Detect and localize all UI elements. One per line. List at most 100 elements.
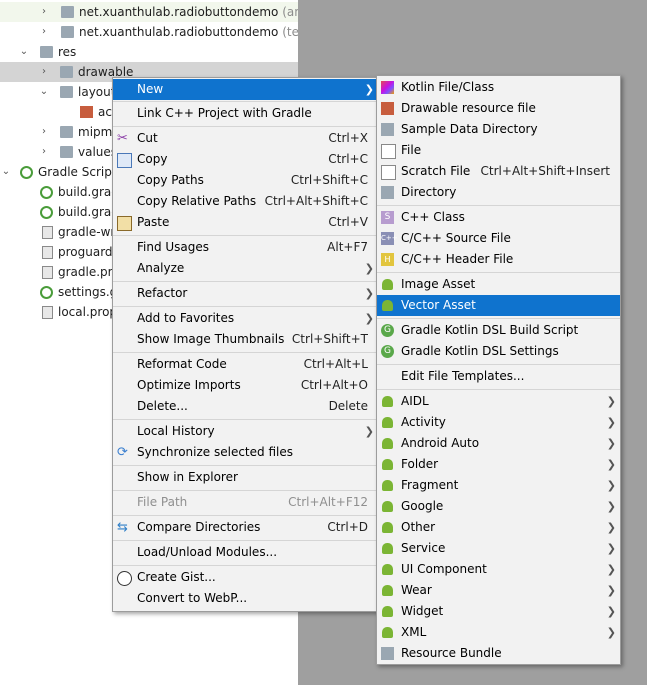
menu-item-aidl[interactable]: AIDL ❯ (377, 391, 620, 412)
chevron-right-icon: ❯ (606, 416, 616, 429)
android-icon (381, 480, 394, 491)
menu-separator (377, 272, 620, 273)
chevron-right-icon[interactable]: › (38, 142, 50, 162)
menu-separator (377, 205, 620, 206)
menu-separator (113, 465, 378, 466)
menu-item-gradle-kotlin-build[interactable]: G Gradle Kotlin DSL Build Script (377, 320, 620, 341)
menu-item-widget[interactable]: Widget ❯ (377, 601, 620, 622)
menu-item-file-path[interactable]: File Path Ctrl+Alt+F12 (113, 492, 378, 513)
menu-item-analyze[interactable]: Analyze ❯ (113, 258, 378, 279)
menu-item-resource-bundle[interactable]: Resource Bundle (377, 643, 620, 664)
menu-item-link-cpp[interactable]: Link C++ Project with Gradle (113, 103, 378, 124)
menu-item-android-auto[interactable]: Android Auto ❯ (377, 433, 620, 454)
tree-row-label: build.grad (58, 185, 119, 199)
chevron-down-icon[interactable]: ⌄ (18, 42, 30, 62)
tree-row-label: res (58, 45, 77, 59)
chevron-right-icon[interactable]: › (38, 62, 50, 82)
menu-item-sample-data-directory[interactable]: Sample Data Directory (377, 119, 620, 140)
menu-item-copy-relative-paths[interactable]: Copy Relative Paths Ctrl+Alt+Shift+C (113, 191, 378, 212)
android-icon (381, 606, 394, 617)
gradle-icon (20, 166, 33, 179)
menu-item-copy[interactable]: Copy Ctrl+C (113, 149, 378, 170)
menu-item-compare-directories[interactable]: ⇆ Compare Directories Ctrl+D (113, 517, 378, 538)
resource-folder-icon (40, 46, 53, 58)
menu-item-find-usages[interactable]: Find Usages Alt+F7 (113, 237, 378, 258)
tree-row-package-test[interactable]: › net.xuanthulab.radiobuttondemo (test) (0, 22, 298, 42)
chevron-right-icon: ❯ (606, 584, 616, 597)
menu-item-image-asset[interactable]: Image Asset (377, 274, 620, 295)
menu-item-scratch-file[interactable]: Scratch File Ctrl+Alt+Shift+Insert (377, 161, 620, 182)
menu-item-cpp-header[interactable]: H C/C++ Header File (377, 249, 620, 270)
tree-row-label: gradle.pro (58, 265, 120, 279)
android-icon (381, 627, 394, 638)
menu-item-folder[interactable]: Folder ❯ (377, 454, 620, 475)
chevron-right-icon: ❯ (606, 521, 616, 534)
menu-item-google[interactable]: Google ❯ (377, 496, 620, 517)
menu-separator (113, 490, 378, 491)
xml-file-icon (381, 102, 394, 115)
gradle-file-icon (40, 206, 53, 219)
menu-item-add-to-favorites[interactable]: Add to Favorites ❯ (113, 308, 378, 329)
tree-row-res[interactable]: ⌄ res (0, 42, 298, 62)
menu-item-optimize-imports[interactable]: Optimize Imports Ctrl+Alt+O (113, 375, 378, 396)
tree-row-label: net.xuanthulab.radiobuttondemo (androidT… (79, 5, 298, 19)
menu-item-drawable-resource[interactable]: Drawable resource file (377, 98, 620, 119)
scratch-file-icon (381, 165, 396, 180)
menu-item-cpp-class[interactable]: S C++ Class (377, 207, 620, 228)
menu-item-gradle-kotlin-settings[interactable]: G Gradle Kotlin DSL Settings (377, 341, 620, 362)
tree-row-package-androidtest[interactable]: › net.xuanthulab.radiobuttondemo (androi… (0, 2, 298, 22)
package-folder-icon (61, 26, 74, 38)
menu-item-service[interactable]: Service ❯ (377, 538, 620, 559)
chevron-right-icon: ❯ (364, 287, 374, 300)
menu-item-directory[interactable]: Directory (377, 182, 620, 203)
menu-item-convert-to-webp[interactable]: Convert to WebP... (113, 588, 378, 609)
menu-item-paste[interactable]: Paste Ctrl+V (113, 212, 378, 233)
menu-item-xml[interactable]: XML ❯ (377, 622, 620, 643)
menu-item-reformat-code[interactable]: Reformat Code Ctrl+Alt+L (113, 354, 378, 375)
chevron-right-icon: ❯ (606, 479, 616, 492)
menu-item-cut[interactable]: ✂ Cut Ctrl+X (113, 128, 378, 149)
menu-item-show-in-explorer[interactable]: Show in Explorer (113, 467, 378, 488)
menu-separator (113, 235, 378, 236)
menu-item-new[interactable]: New ❯ (113, 79, 378, 100)
chevron-right-icon: ❯ (606, 437, 616, 450)
menu-item-create-gist[interactable]: Create Gist... (113, 567, 378, 588)
menu-item-copy-paths[interactable]: Copy Paths Ctrl+Shift+C (113, 170, 378, 191)
chevron-right-icon[interactable]: › (38, 122, 50, 142)
menu-item-fragment[interactable]: Fragment ❯ (377, 475, 620, 496)
menu-item-load-unload-modules[interactable]: Load/Unload Modules... (113, 542, 378, 563)
menu-item-vector-asset[interactable]: Vector Asset (377, 295, 620, 316)
properties-file-icon (42, 306, 53, 319)
menu-item-synchronize[interactable]: ⟳ Synchronize selected files (113, 442, 378, 463)
folder-icon (60, 66, 73, 78)
chevron-down-icon[interactable]: ⌄ (38, 82, 50, 102)
menu-item-wear[interactable]: Wear ❯ (377, 580, 620, 601)
gradle-file-icon (40, 186, 53, 199)
menu-item-other[interactable]: Other ❯ (377, 517, 620, 538)
menu-item-cpp-source[interactable]: C++ C/C++ Source File (377, 228, 620, 249)
tree-row-label: layout (78, 85, 116, 99)
menu-item-delete[interactable]: Delete... Delete (113, 396, 378, 417)
chevron-right-icon[interactable]: › (38, 22, 50, 42)
menu-separator (113, 126, 378, 127)
menu-item-refactor[interactable]: Refactor ❯ (113, 283, 378, 304)
gradle-icon: G (381, 345, 394, 358)
paste-icon (117, 216, 132, 231)
menu-item-file[interactable]: File (377, 140, 620, 161)
menu-item-kotlin-file[interactable]: Kotlin File/Class (377, 77, 620, 98)
menu-item-activity[interactable]: Activity ❯ (377, 412, 620, 433)
menu-item-local-history[interactable]: Local History ❯ (113, 421, 378, 442)
android-icon (381, 438, 394, 449)
tree-row-label: net.xuanthulab.radiobuttondemo (test) (79, 25, 298, 39)
chevron-right-icon: ❯ (364, 312, 374, 325)
menu-item-edit-file-templates[interactable]: Edit File Templates... (377, 366, 620, 387)
chevron-down-icon[interactable]: ⌄ (0, 162, 12, 182)
gradle-file-icon (40, 286, 53, 299)
context-menu: New ❯ Link C++ Project with Gradle ✂ Cut Ct… (112, 77, 379, 612)
cpp-source-icon: C++ (381, 232, 398, 245)
chevron-right-icon[interactable]: › (38, 2, 50, 22)
chevron-right-icon: ❯ (606, 395, 616, 408)
menu-item-ui-component[interactable]: UI Component ❯ (377, 559, 620, 580)
tree-row-label: build.grad (58, 205, 119, 219)
menu-item-show-image-thumbnails[interactable]: Show Image Thumbnails Ctrl+Shift+T (113, 329, 378, 350)
